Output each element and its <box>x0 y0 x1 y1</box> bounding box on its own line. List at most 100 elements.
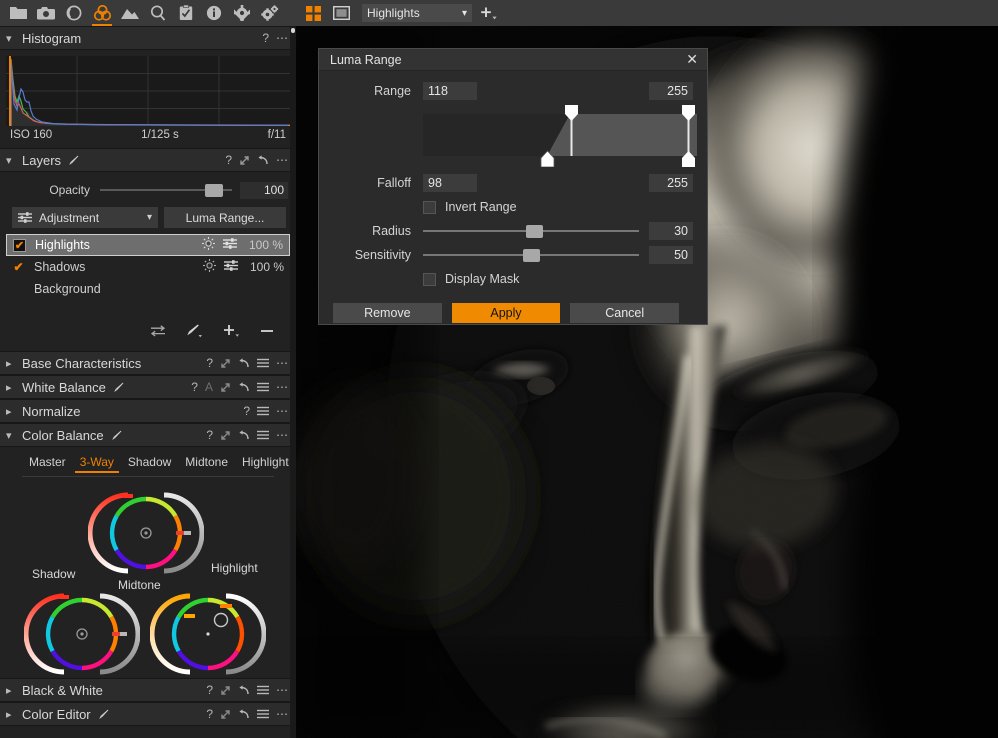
expand-icon[interactable] <box>220 358 231 369</box>
layers-panel-header[interactable]: ▾ Layers ? ⋯ <box>0 148 296 172</box>
list-icon[interactable] <box>257 406 269 416</box>
falloff-high-input[interactable]: 255 <box>649 174 693 192</box>
single-view-icon[interactable] <box>330 3 352 23</box>
list-icon[interactable] <box>257 430 269 440</box>
radius-input[interactable]: 30 <box>649 222 693 240</box>
display-mask-row[interactable]: Display Mask <box>319 267 693 291</box>
brush-icon[interactable] <box>113 382 124 393</box>
chevron-down-icon[interactable]: ▾ <box>6 429 22 442</box>
list-icon[interactable] <box>257 382 269 392</box>
chevron-right-icon[interactable]: ▸ <box>6 357 22 370</box>
remove-layer-icon[interactable] <box>260 325 274 340</box>
opacity-value[interactable]: 100 <box>240 181 288 199</box>
tab-shadow[interactable]: Shadow <box>121 453 178 472</box>
metadata-info-icon[interactable] <box>200 0 228 26</box>
layer-visibility-checkbox[interactable]: ✔ <box>13 238 26 252</box>
reset-icon[interactable] <box>257 154 269 166</box>
midtone-color-wheel[interactable] <box>87 483 205 586</box>
apply-button[interactable]: Apply <box>451 303 561 323</box>
chevron-right-icon[interactable]: ▸ <box>6 405 22 418</box>
cancel-button[interactable]: Cancel <box>570 303 680 323</box>
list-icon[interactable] <box>257 358 269 368</box>
add-layer-icon[interactable] <box>223 324 240 341</box>
menu-icon[interactable]: ⋯ <box>276 32 288 44</box>
tab-master[interactable]: Master <box>22 453 73 472</box>
luma-range-button[interactable]: Luma Range... <box>164 207 286 228</box>
panel-base-characteristics[interactable]: ▸ Base Characteristics ? ⋯ <box>0 351 296 375</box>
layer-row-shadows[interactable]: ✔ Shadows 100 % <box>6 256 290 278</box>
luma-range-graph[interactable] <box>423 105 697 168</box>
layer-row-background[interactable]: Background <box>6 278 290 300</box>
output-gear-icon[interactable] <box>228 0 256 26</box>
menu-icon[interactable]: ⋯ <box>276 381 288 393</box>
display-mask-checkbox[interactable] <box>423 272 436 286</box>
highlight-color-wheel[interactable] <box>149 584 267 687</box>
camera-icon[interactable] <box>32 0 60 26</box>
close-icon[interactable]: ✕ <box>683 51 701 68</box>
grid-view-icon[interactable] <box>302 3 324 23</box>
adjustments-clipboard-icon[interactable] <box>172 0 200 26</box>
details-magnifier-icon[interactable] <box>144 0 172 26</box>
reset-icon[interactable] <box>238 429 250 441</box>
help-icon[interactable]: ? <box>262 32 269 44</box>
auto-icon[interactable]: A <box>205 381 213 393</box>
falloff-low-input[interactable]: 98 <box>423 174 477 192</box>
opacity-slider-knob[interactable] <box>204 183 223 197</box>
sensitivity-slider[interactable] <box>423 247 639 263</box>
layer-visibility-checkbox[interactable]: ✔ <box>12 260 25 274</box>
batch-gears-icon[interactable] <box>256 0 284 26</box>
range-high-input[interactable]: 255 <box>649 82 693 100</box>
brush-icon[interactable] <box>98 709 109 720</box>
chevron-down-icon[interactable]: ▾ <box>6 32 22 45</box>
chevron-right-icon[interactable]: ▸ <box>6 708 22 721</box>
brush-icon[interactable] <box>68 155 79 166</box>
help-icon[interactable]: ? <box>191 381 198 393</box>
panel-color-editor[interactable]: ▸ Color Editor ? ⋯ <box>0 702 296 726</box>
expand-icon[interactable] <box>239 155 250 166</box>
exposure-icon[interactable] <box>116 0 144 26</box>
invert-mask-icon[interactable] <box>150 325 166 340</box>
invert-range-checkbox[interactable] <box>423 200 436 214</box>
sensitivity-input[interactable]: 50 <box>649 246 693 264</box>
adjustment-dropdown[interactable]: Adjustment ▾ <box>12 207 158 228</box>
lens-icon[interactable] <box>60 0 88 26</box>
variant-select[interactable]: Highlights ▾ <box>362 4 472 22</box>
chevron-right-icon[interactable]: ▸ <box>6 381 22 394</box>
menu-icon[interactable]: ⋯ <box>276 405 288 417</box>
invert-range-row[interactable]: Invert Range <box>319 195 693 219</box>
chevron-right-icon[interactable]: ▸ <box>6 684 22 697</box>
menu-icon[interactable]: ⋯ <box>276 429 288 441</box>
radius-slider-knob[interactable] <box>526 224 544 238</box>
range-low-input[interactable]: 118 <box>423 82 477 100</box>
sensitivity-slider-knob[interactable] <box>522 248 540 262</box>
brush-dropdown-icon[interactable] <box>186 324 203 341</box>
histogram-panel-header[interactable]: ▾ Histogram ? ⋯ <box>0 26 296 50</box>
expand-icon[interactable] <box>220 382 231 393</box>
tab-3-way[interactable]: 3-Way <box>73 453 121 473</box>
radius-slider[interactable] <box>423 223 639 239</box>
opacity-slider[interactable] <box>100 182 232 198</box>
menu-icon[interactable]: ⋯ <box>276 708 288 720</box>
list-icon[interactable] <box>257 709 269 719</box>
help-icon[interactable]: ? <box>225 154 232 166</box>
tab-highlight[interactable]: Highlight <box>235 453 296 472</box>
expand-icon[interactable] <box>220 709 231 720</box>
help-icon[interactable]: ? <box>206 429 213 441</box>
reset-icon[interactable] <box>238 381 250 393</box>
layer-row-highlights[interactable]: ✔ Highlights 100 % <box>6 234 290 256</box>
reset-icon[interactable] <box>238 357 250 369</box>
brush-icon[interactable] <box>111 430 122 441</box>
tab-midtone[interactable]: Midtone <box>178 453 235 472</box>
dialog-title-bar[interactable]: Luma Range ✕ <box>319 49 707 71</box>
panel-color-balance[interactable]: ▾ Color Balance ? ⋯ <box>0 423 296 447</box>
chevron-down-icon[interactable]: ▾ <box>6 154 22 167</box>
expand-icon[interactable] <box>220 430 231 441</box>
color-icon[interactable] <box>88 0 116 26</box>
scrollbar-thumb[interactable] <box>291 28 295 33</box>
menu-icon[interactable]: ⋯ <box>276 154 288 166</box>
menu-icon[interactable]: ⋯ <box>276 357 288 369</box>
menu-icon[interactable]: ⋯ <box>276 684 288 696</box>
shadow-color-wheel[interactable] <box>23 584 141 687</box>
panel-normalize[interactable]: ▸ Normalize ? ⋯ <box>0 399 296 423</box>
reset-icon[interactable] <box>238 708 250 720</box>
